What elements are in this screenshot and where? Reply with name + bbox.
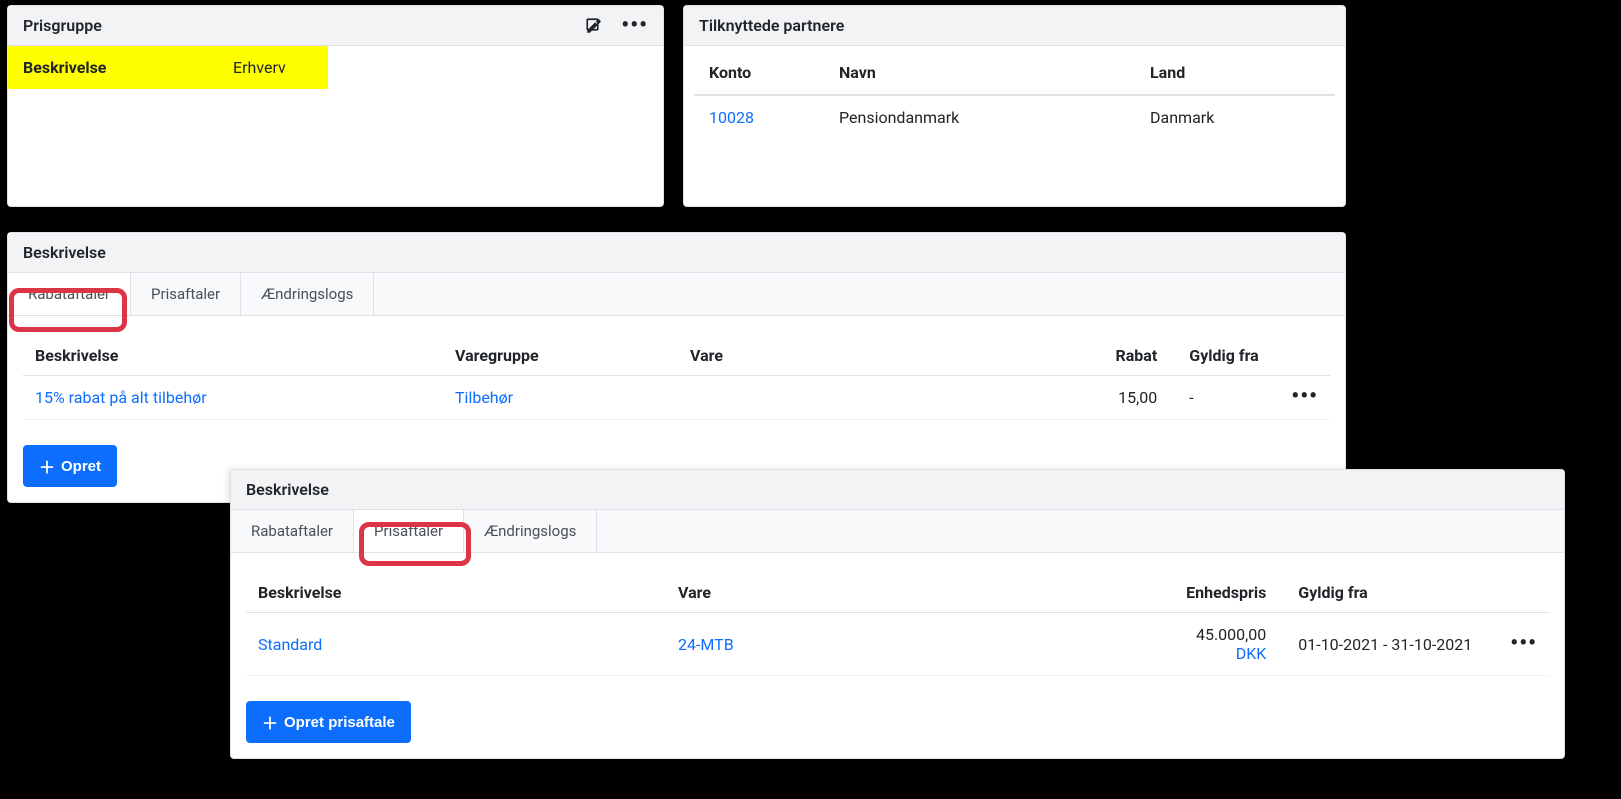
plus-icon: ＋ — [39, 454, 55, 478]
card-partnere-title: Tilknyttede partnere — [699, 16, 844, 35]
gyldig-cell: 01-10-2021 - 31-10-2021 — [1278, 613, 1498, 676]
konto-link[interactable]: 10028 — [709, 108, 754, 127]
col-vare: Vare — [678, 336, 1079, 376]
create-button-label: Opret — [61, 458, 101, 475]
rabat-table: Beskrivelse Varegruppe Vare Rabat Gyldig… — [23, 336, 1330, 420]
gyldig-cell: - — [1169, 376, 1279, 420]
col-rabat: Rabat — [1079, 336, 1169, 376]
card-prisgruppe-title: Prisgruppe — [23, 16, 102, 35]
col-varegruppe: Varegruppe — [443, 336, 678, 376]
land-cell: Danmark — [1135, 95, 1335, 139]
card-partnere: Tilknyttede partnere Konto Navn Land 100… — [683, 5, 1346, 207]
card-beskrivelse-2: Beskrivelse Rabataftaler Prisaftaler Ænd… — [230, 469, 1565, 759]
beskrivelse-label: Beskrivelse — [23, 58, 233, 77]
card-beskrivelse-1: Beskrivelse Rabataftaler Prisaftaler Ænd… — [7, 232, 1346, 503]
card-beskrivelse2-header: Beskrivelse — [231, 470, 1564, 510]
currency-link[interactable]: DKK — [1236, 644, 1267, 663]
tabs-2: Rabataftaler Prisaftaler Ændringslogs — [231, 510, 1564, 553]
tab-prisaftaler[interactable]: Prisaftaler — [354, 510, 464, 552]
create-button[interactable]: ＋ Opret — [23, 445, 117, 487]
beskrivelse-value: Erhverv — [233, 58, 286, 77]
row-more-icon[interactable]: ••• — [1291, 384, 1318, 409]
vare-cell — [678, 376, 1079, 420]
vare-link[interactable]: 24-MTB — [678, 635, 734, 654]
rabat-beskrivelse-link[interactable]: 15% rabat på alt tilbehør — [35, 388, 207, 407]
create-prisaftale-label: Opret prisaftale — [284, 714, 395, 731]
enhedspris-cell: 45.000,00 DKK — [1158, 613, 1278, 676]
prisaftaler-table: Beskrivelse Vare Enhedspris Gyldig fra S… — [246, 573, 1549, 676]
card-beskrivelse1-header: Beskrivelse — [8, 233, 1345, 273]
tab-aendringslogs[interactable]: Ændringslogs — [241, 273, 374, 315]
col-gyldig-fra: Gyldig fra — [1169, 336, 1279, 376]
col-enhedspris: Enhedspris — [1158, 573, 1278, 613]
more-icon[interactable]: ••• — [621, 20, 648, 31]
col-konto: Konto — [694, 51, 824, 95]
rabat-cell: 15,00 — [1079, 376, 1169, 420]
varegruppe-link[interactable]: Tilbehør — [455, 388, 513, 407]
navn-cell: Pensiondanmark — [824, 95, 1135, 139]
tab-rabataftaler[interactable]: Rabataftaler — [231, 510, 354, 552]
plus-icon: ＋ — [262, 710, 278, 734]
card-prisgruppe-header: Prisgruppe ••• — [8, 6, 663, 46]
tab-rabataftaler[interactable]: Rabataftaler — [8, 273, 131, 315]
table-row: 10028 Pensiondanmark Danmark — [694, 95, 1335, 139]
card-beskrivelse1-title: Beskrivelse — [23, 243, 106, 262]
col-vare: Vare — [666, 573, 1158, 613]
edit-icon[interactable] — [585, 17, 603, 35]
col-gyldig-fra: Gyldig fra — [1278, 573, 1498, 613]
tabs-1: Rabataftaler Prisaftaler Ændringslogs — [8, 273, 1345, 316]
table-row: 15% rabat på alt tilbehør Tilbehør 15,00… — [23, 376, 1330, 420]
create-prisaftale-button[interactable]: ＋ Opret prisaftale — [246, 701, 411, 743]
row-more-icon[interactable]: ••• — [1510, 631, 1537, 656]
col-land: Land — [1135, 51, 1335, 95]
tab-aendringslogs[interactable]: Ændringslogs — [464, 510, 597, 552]
col-beskrivelse: Beskrivelse — [246, 573, 666, 613]
card-prisgruppe: Prisgruppe ••• Beskrivelse Erhverv — [7, 5, 664, 207]
card-partnere-header: Tilknyttede partnere — [684, 6, 1345, 46]
highlight-beskrivelse-row: Beskrivelse Erhverv — [8, 46, 328, 89]
pris-num: 45.000,00 — [1196, 625, 1266, 644]
table-row: Standard 24-MTB 45.000,00 DKK 01-10-2021… — [246, 613, 1549, 676]
tab-prisaftaler[interactable]: Prisaftaler — [131, 273, 241, 315]
card-beskrivelse2-title: Beskrivelse — [246, 480, 329, 499]
prisaftale-beskrivelse-link[interactable]: Standard — [258, 635, 322, 654]
col-beskrivelse: Beskrivelse — [23, 336, 443, 376]
col-navn: Navn — [824, 51, 1135, 95]
partnere-table: Konto Navn Land 10028 Pensiondanmark Dan… — [694, 51, 1335, 139]
